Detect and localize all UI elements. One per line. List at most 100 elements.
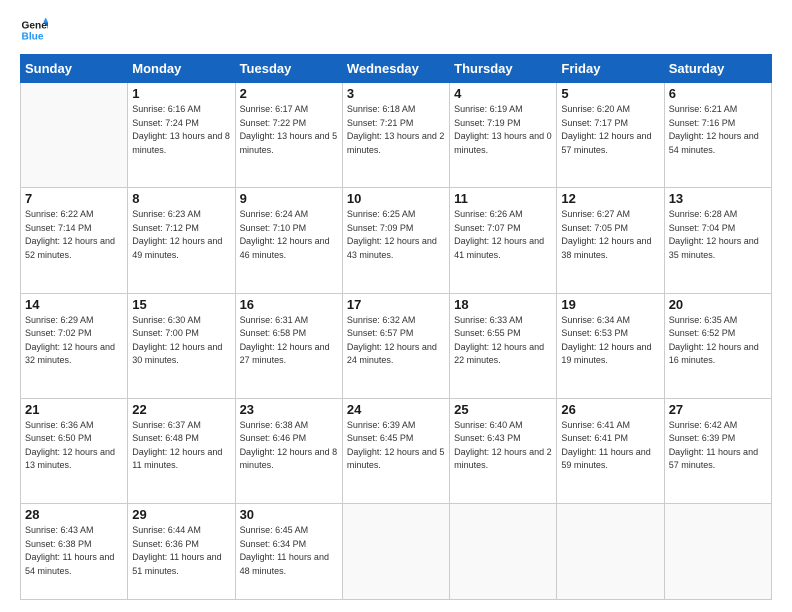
calendar-cell: 25 Sunrise: 6:40 AMSunset: 6:43 PMDaylig… [450,398,557,503]
day-info: Sunrise: 6:21 AMSunset: 7:16 PMDaylight:… [669,103,767,157]
calendar-cell: 24 Sunrise: 6:39 AMSunset: 6:45 PMDaylig… [342,398,449,503]
calendar-cell: 11 Sunrise: 6:26 AMSunset: 7:07 PMDaylig… [450,188,557,293]
day-info: Sunrise: 6:17 AMSunset: 7:22 PMDaylight:… [240,103,338,157]
day-number: 27 [669,402,767,417]
calendar-cell: 15 Sunrise: 6:30 AMSunset: 7:00 PMDaylig… [128,293,235,398]
day-info: Sunrise: 6:44 AMSunset: 6:36 PMDaylight:… [132,524,230,578]
day-info: Sunrise: 6:45 AMSunset: 6:34 PMDaylight:… [240,524,338,578]
calendar-cell: 19 Sunrise: 6:34 AMSunset: 6:53 PMDaylig… [557,293,664,398]
calendar-cell: 22 Sunrise: 6:37 AMSunset: 6:48 PMDaylig… [128,398,235,503]
day-number: 15 [132,297,230,312]
day-number: 4 [454,86,552,101]
day-info: Sunrise: 6:19 AMSunset: 7:19 PMDaylight:… [454,103,552,157]
day-info: Sunrise: 6:39 AMSunset: 6:45 PMDaylight:… [347,419,445,473]
day-number: 6 [669,86,767,101]
day-number: 26 [561,402,659,417]
day-number: 14 [25,297,123,312]
calendar-cell: 20 Sunrise: 6:35 AMSunset: 6:52 PMDaylig… [664,293,771,398]
day-number: 16 [240,297,338,312]
col-header-wednesday: Wednesday [342,55,449,83]
week-row-1: 1 Sunrise: 6:16 AMSunset: 7:24 PMDayligh… [21,83,772,188]
calendar-cell: 3 Sunrise: 6:18 AMSunset: 7:21 PMDayligh… [342,83,449,188]
day-info: Sunrise: 6:28 AMSunset: 7:04 PMDaylight:… [669,208,767,262]
day-info: Sunrise: 6:20 AMSunset: 7:17 PMDaylight:… [561,103,659,157]
day-info: Sunrise: 6:16 AMSunset: 7:24 PMDaylight:… [132,103,230,157]
day-number: 7 [25,191,123,206]
day-info: Sunrise: 6:34 AMSunset: 6:53 PMDaylight:… [561,314,659,368]
header: General Blue [20,16,772,44]
day-info: Sunrise: 6:38 AMSunset: 6:46 PMDaylight:… [240,419,338,473]
page: General Blue SundayMondayTuesdayWednesda… [0,0,792,612]
day-info: Sunrise: 6:37 AMSunset: 6:48 PMDaylight:… [132,419,230,473]
calendar-cell: 9 Sunrise: 6:24 AMSunset: 7:10 PMDayligh… [235,188,342,293]
day-info: Sunrise: 6:30 AMSunset: 7:00 PMDaylight:… [132,314,230,368]
day-number: 1 [132,86,230,101]
day-info: Sunrise: 6:40 AMSunset: 6:43 PMDaylight:… [454,419,552,473]
calendar-cell: 14 Sunrise: 6:29 AMSunset: 7:02 PMDaylig… [21,293,128,398]
day-info: Sunrise: 6:24 AMSunset: 7:10 PMDaylight:… [240,208,338,262]
day-info: Sunrise: 6:23 AMSunset: 7:12 PMDaylight:… [132,208,230,262]
calendar-cell [450,504,557,600]
day-info: Sunrise: 6:35 AMSunset: 6:52 PMDaylight:… [669,314,767,368]
week-row-2: 7 Sunrise: 6:22 AMSunset: 7:14 PMDayligh… [21,188,772,293]
col-header-sunday: Sunday [21,55,128,83]
day-info: Sunrise: 6:41 AMSunset: 6:41 PMDaylight:… [561,419,659,473]
calendar-cell: 7 Sunrise: 6:22 AMSunset: 7:14 PMDayligh… [21,188,128,293]
calendar-cell: 16 Sunrise: 6:31 AMSunset: 6:58 PMDaylig… [235,293,342,398]
logo: General Blue [20,16,52,44]
calendar-cell [21,83,128,188]
day-info: Sunrise: 6:29 AMSunset: 7:02 PMDaylight:… [25,314,123,368]
calendar-cell: 6 Sunrise: 6:21 AMSunset: 7:16 PMDayligh… [664,83,771,188]
day-number: 18 [454,297,552,312]
calendar-cell: 21 Sunrise: 6:36 AMSunset: 6:50 PMDaylig… [21,398,128,503]
day-info: Sunrise: 6:42 AMSunset: 6:39 PMDaylight:… [669,419,767,473]
calendar-cell: 10 Sunrise: 6:25 AMSunset: 7:09 PMDaylig… [342,188,449,293]
calendar-cell: 30 Sunrise: 6:45 AMSunset: 6:34 PMDaylig… [235,504,342,600]
day-number: 24 [347,402,445,417]
day-number: 30 [240,507,338,522]
col-header-tuesday: Tuesday [235,55,342,83]
col-header-friday: Friday [557,55,664,83]
day-number: 21 [25,402,123,417]
day-number: 28 [25,507,123,522]
col-header-thursday: Thursday [450,55,557,83]
calendar-cell: 17 Sunrise: 6:32 AMSunset: 6:57 PMDaylig… [342,293,449,398]
col-header-saturday: Saturday [664,55,771,83]
week-row-4: 21 Sunrise: 6:36 AMSunset: 6:50 PMDaylig… [21,398,772,503]
week-row-3: 14 Sunrise: 6:29 AMSunset: 7:02 PMDaylig… [21,293,772,398]
day-info: Sunrise: 6:31 AMSunset: 6:58 PMDaylight:… [240,314,338,368]
calendar-cell: 28 Sunrise: 6:43 AMSunset: 6:38 PMDaylig… [21,504,128,600]
calendar-cell: 12 Sunrise: 6:27 AMSunset: 7:05 PMDaylig… [557,188,664,293]
day-number: 17 [347,297,445,312]
day-info: Sunrise: 6:27 AMSunset: 7:05 PMDaylight:… [561,208,659,262]
calendar-cell: 26 Sunrise: 6:41 AMSunset: 6:41 PMDaylig… [557,398,664,503]
day-number: 11 [454,191,552,206]
day-info: Sunrise: 6:32 AMSunset: 6:57 PMDaylight:… [347,314,445,368]
day-number: 9 [240,191,338,206]
day-number: 25 [454,402,552,417]
calendar-cell: 1 Sunrise: 6:16 AMSunset: 7:24 PMDayligh… [128,83,235,188]
calendar-cell: 4 Sunrise: 6:19 AMSunset: 7:19 PMDayligh… [450,83,557,188]
calendar-cell: 27 Sunrise: 6:42 AMSunset: 6:39 PMDaylig… [664,398,771,503]
day-info: Sunrise: 6:43 AMSunset: 6:38 PMDaylight:… [25,524,123,578]
calendar-cell: 13 Sunrise: 6:28 AMSunset: 7:04 PMDaylig… [664,188,771,293]
day-info: Sunrise: 6:25 AMSunset: 7:09 PMDaylight:… [347,208,445,262]
calendar-cell: 18 Sunrise: 6:33 AMSunset: 6:55 PMDaylig… [450,293,557,398]
svg-text:Blue: Blue [22,31,44,42]
calendar-header-row: SundayMondayTuesdayWednesdayThursdayFrid… [21,55,772,83]
day-number: 22 [132,402,230,417]
calendar-cell: 23 Sunrise: 6:38 AMSunset: 6:46 PMDaylig… [235,398,342,503]
day-number: 10 [347,191,445,206]
day-number: 8 [132,191,230,206]
day-number: 12 [561,191,659,206]
day-number: 19 [561,297,659,312]
day-number: 2 [240,86,338,101]
day-info: Sunrise: 6:33 AMSunset: 6:55 PMDaylight:… [454,314,552,368]
logo-icon: General Blue [20,16,48,44]
day-info: Sunrise: 6:36 AMSunset: 6:50 PMDaylight:… [25,419,123,473]
day-info: Sunrise: 6:18 AMSunset: 7:21 PMDaylight:… [347,103,445,157]
calendar-cell: 29 Sunrise: 6:44 AMSunset: 6:36 PMDaylig… [128,504,235,600]
calendar-cell: 8 Sunrise: 6:23 AMSunset: 7:12 PMDayligh… [128,188,235,293]
col-header-monday: Monday [128,55,235,83]
calendar-cell [557,504,664,600]
